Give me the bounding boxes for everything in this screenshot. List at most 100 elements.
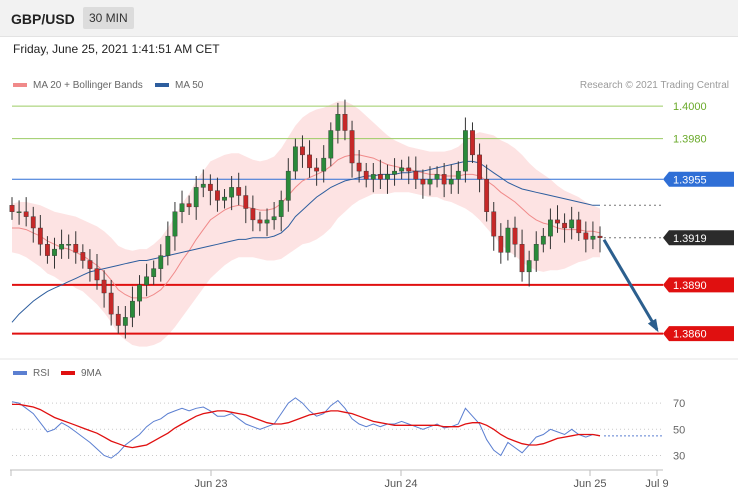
candle-body [9,205,15,212]
candle-body [307,154,312,169]
level-tag-1.3860 [663,326,734,342]
candle-body [186,203,192,208]
candle-body [562,222,567,229]
candle-body [52,248,57,256]
candle-body [193,187,199,208]
candle-body [477,154,482,180]
candle-body [533,244,539,261]
legend-rsi-ma: 9MA [61,368,102,379]
candle-body [229,187,235,198]
candle-body [590,235,596,240]
candle-body [569,219,575,229]
legend-rsi-ma-label: 9MA [81,368,102,379]
candle-body [122,317,128,326]
candle-body [377,174,383,180]
symbol-label: GBP/USD [11,11,75,27]
forecast-arrow-shaft [602,238,659,331]
rsi-series-RSI [11,397,601,459]
candle-body [512,227,518,245]
candle-body [406,167,412,172]
rsi-tick-70: 70 [673,398,685,410]
rsi-tick-50: 50 [673,424,685,436]
candle-body [363,170,369,180]
chart-header: GBP/USD 30 MIN [0,0,738,37]
candle-body [356,162,362,172]
candle-body [526,260,532,273]
rsi-tick-30: 30 [673,450,685,462]
price-chart[interactable]: 1.4000 1.3980 1.3955 1.3919 1.3890 1.3860 70 50… [0,0,738,500]
candle-body [399,167,405,172]
candle-body [300,146,305,156]
legend-ma50: MA 50 [155,80,203,91]
candle-body [576,219,582,234]
candle-body [200,183,206,188]
candle-body [548,219,553,237]
legend-bollinger-label: MA 20 + Bollinger Bands [33,80,143,91]
candle-body [236,187,242,196]
level-tag-1.3919 [663,230,734,246]
candle-body [434,174,440,180]
candle-body [108,292,114,315]
candle-body [165,235,171,256]
candle-body [151,268,157,277]
candle-body [540,235,546,245]
candle-body [243,195,249,209]
candle-body [583,232,589,240]
candle-body [462,130,468,172]
candle-body [101,279,107,294]
candle-body [292,146,298,172]
candle-body [455,170,461,180]
time-label-Jun 25: Jun 25 [573,478,606,490]
level-label-1.3955: 1.3955 [673,174,707,186]
candle-body [172,211,178,237]
candle-body [385,174,390,180]
legend-rsi-ma-swatch [61,371,75,376]
candle-body [441,174,447,185]
candle-body [59,244,64,250]
candle-body [87,260,93,269]
level-tag-1.3890 [663,277,734,293]
candle-body [427,179,433,185]
level-label-1.3860: 1.3860 [673,329,707,341]
candle-body [278,200,284,217]
forecast-arrow-head [647,318,659,333]
candle-body [448,179,454,185]
legend-rsi: RSI [13,368,50,379]
candle-body [207,183,213,191]
legend-rsi-swatch [13,371,27,376]
candle-body [349,130,355,164]
candle-body [420,179,426,185]
candle-body [491,211,497,237]
candle-body [130,300,135,318]
time-label-Jun 24: Jun 24 [384,478,417,490]
time-label-Jul 9: Jul 9 [645,478,668,490]
candles [9,99,603,339]
bollinger-band [12,101,600,347]
candle-body [597,235,603,238]
candle-body [519,244,525,273]
legend-ma50-swatch [155,83,169,88]
candle-body [144,276,150,286]
candle-body [342,114,348,131]
ma50-line [11,160,600,323]
candle-body [370,174,376,180]
candle-body [66,244,72,246]
candle-body [215,190,220,201]
candle-body [314,167,320,172]
credit-text: Research © 2021 Trading Central [579,80,729,91]
candle-body [30,216,36,229]
candle-body [321,157,327,172]
candle-body [328,130,334,159]
candle-body [498,235,504,253]
candle-body [505,227,511,253]
legend-bollinger: MA 20 + Bollinger Bands [13,80,143,91]
candle-body [257,219,263,224]
candle-body [37,227,43,245]
legend-ma50-label: MA 50 [175,80,204,91]
candle-body [16,211,22,213]
candle-body [158,255,164,269]
candle-body [392,170,397,175]
level-tag-1.3955 [663,171,734,187]
candle-body [222,196,227,201]
timeframe-button[interactable]: 30 MIN [83,7,134,29]
